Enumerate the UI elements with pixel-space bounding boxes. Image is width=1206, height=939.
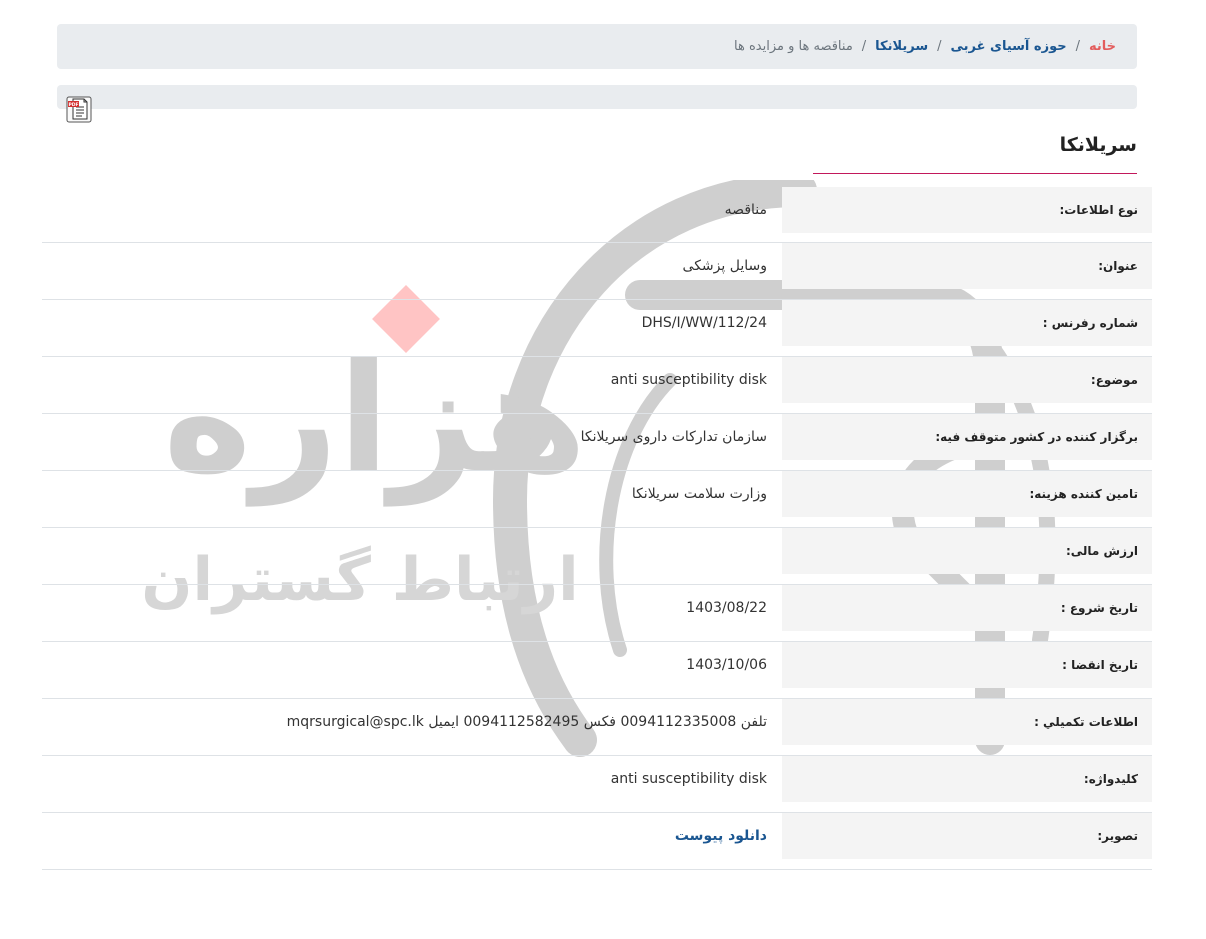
field-value: تلفن 0094112335008 فکس 0094112582495 ایم… [286, 714, 767, 730]
table-row: شماره رفرنس : DHS/I/WW/112/24 [42, 300, 1152, 357]
breadcrumb-separator: / [937, 39, 942, 54]
field-value: 1403/10/06 [686, 657, 767, 673]
field-label: ارزش مالی: [782, 528, 1152, 574]
table-row: برگزار کننده در کشور متوقف فیه: سازمان ت… [42, 414, 1152, 471]
breadcrumb-sri-lanka-link[interactable]: سریلانکا [875, 39, 928, 54]
field-label: اطلاعات تکمیلي : [782, 699, 1152, 745]
table-row: تامین کننده هزینه: وزارت سلامت سریلانکا [42, 471, 1152, 528]
breadcrumb-current: مناقصه ها و مزایده ها [734, 39, 853, 54]
table-row: کلیدواژه: anti susceptibility disk [42, 756, 1152, 813]
details-table: نوع اطلاعات: مناقصه عنوان: وسایل پزشکی ش… [42, 187, 1152, 870]
table-row: نوع اطلاعات: مناقصه [42, 187, 1152, 243]
svg-text:PDF: PDF [68, 102, 78, 108]
title-underline [813, 173, 1137, 174]
table-row: عنوان: وسایل پزشکی [42, 243, 1152, 300]
field-value: وسایل پزشکی [682, 258, 767, 274]
field-label: برگزار کننده در کشور متوقف فیه: [782, 414, 1152, 460]
pdf-icon[interactable]: PDF [66, 96, 92, 123]
breadcrumb-separator: / [1075, 39, 1080, 54]
breadcrumb-home-link[interactable]: خانه [1089, 39, 1116, 54]
field-value: anti susceptibility disk [610, 372, 767, 388]
field-label: عنوان: [782, 243, 1152, 289]
field-value: DHS/I/WW/112/24 [641, 315, 767, 331]
field-label: تامین کننده هزینه: [782, 471, 1152, 517]
download-attachment-link[interactable]: دانلود پیوست [675, 813, 767, 859]
print-toolbar [57, 85, 1137, 109]
field-value: سازمان تداركات داروی سریلانکا [580, 429, 767, 445]
table-row: موضوع: anti susceptibility disk [42, 357, 1152, 414]
table-row: تصویر: دانلود پیوست [42, 813, 1152, 870]
table-row: ارزش مالی: [42, 528, 1152, 585]
section-title: سریلانکا [1059, 134, 1137, 156]
field-label: شماره رفرنس : [782, 300, 1152, 346]
field-value: مناقصه [724, 202, 767, 218]
breadcrumb-separator: / [861, 39, 867, 54]
table-row: تاریخ انقضا : 1403/10/06 [42, 642, 1152, 699]
field-value: 1403/08/22 [686, 600, 767, 616]
breadcrumb: خانه / حوزه آسیای غربی / سریلانکا / مناق… [57, 24, 1137, 69]
field-label: تاریخ شروع : [782, 585, 1152, 631]
field-value: وزارت سلامت سریلانکا [631, 486, 767, 502]
table-row: تاریخ شروع : 1403/08/22 [42, 585, 1152, 642]
field-value: anti susceptibility disk [610, 771, 767, 787]
breadcrumb-west-asia-link[interactable]: حوزه آسیای غربی [951, 39, 1067, 54]
field-label: نوع اطلاعات: [782, 187, 1152, 233]
table-row: اطلاعات تکمیلي : تلفن 0094112335008 فکس … [42, 699, 1152, 756]
field-label: کلیدواژه: [782, 756, 1152, 802]
field-label: موضوع: [782, 357, 1152, 403]
field-label: تاریخ انقضا : [782, 642, 1152, 688]
field-label: تصویر: [782, 813, 1152, 859]
